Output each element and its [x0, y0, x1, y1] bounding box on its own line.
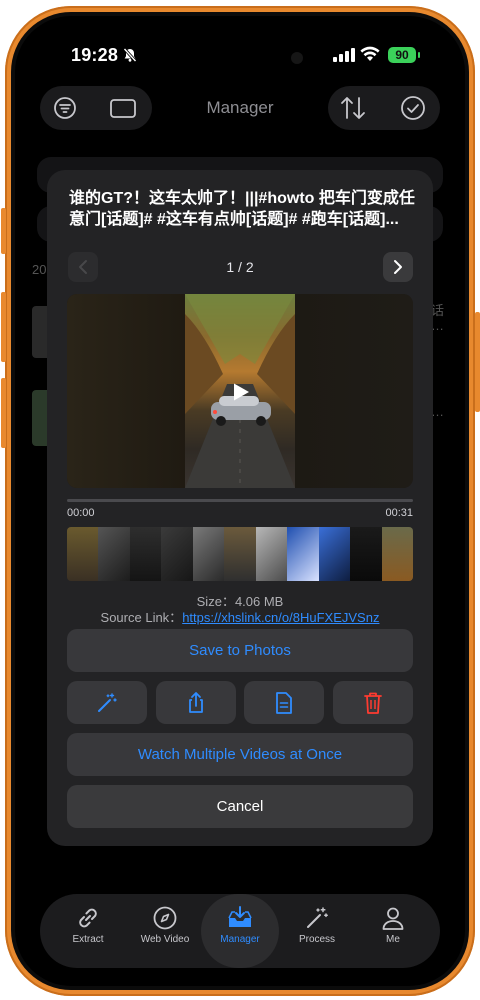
- tab-manager[interactable]: Manager: [201, 894, 279, 968]
- play-icon[interactable]: [232, 382, 250, 402]
- tab-extract-label: Extract: [72, 934, 104, 945]
- video-detail-sheet: 谁的GT?！这车太帅了！|||#howto 把车门变成任意门[话题]# #这车有…: [47, 170, 433, 846]
- enhance-button[interactable]: [67, 681, 147, 724]
- delete-button[interactable]: [333, 681, 413, 724]
- volume-up-button: [1, 292, 6, 362]
- checkmark-circle-icon: [401, 96, 425, 120]
- wifi-icon: [360, 46, 380, 61]
- current-time: 00:00: [67, 507, 95, 519]
- status-time: 19:28: [71, 45, 119, 65]
- tab-process[interactable]: Process: [278, 894, 356, 968]
- bell-slash-icon: [123, 47, 137, 63]
- sort-button[interactable]: [338, 93, 368, 123]
- tab-web-video[interactable]: Web Video: [126, 894, 204, 968]
- magic-wand-icon: [98, 692, 117, 712]
- tab-web-video-label: Web Video: [140, 934, 190, 945]
- volume-down-button: [1, 378, 6, 448]
- details-button[interactable]: [244, 681, 324, 724]
- status-bar: 19:28 90: [15, 16, 465, 76]
- video-title: 谁的GT?！这车太帅了！|||#howto 把车门变成任意门[话题]# #这车有…: [69, 190, 415, 228]
- tab-me[interactable]: Me: [354, 894, 432, 968]
- dynamic-island: [197, 41, 317, 75]
- person-icon: [382, 907, 404, 930]
- tab-me-label: Me: [386, 934, 400, 945]
- action-button: [1, 208, 6, 254]
- page-indicator: 1 / 2: [226, 259, 254, 275]
- playback-progress[interactable]: [67, 499, 413, 502]
- cellular-signal-icon: [333, 48, 355, 62]
- tab-process-label: Process: [298, 934, 336, 945]
- tab-bar: Extract Web Video Manager Process Me: [40, 894, 440, 968]
- trash-icon: [364, 692, 382, 714]
- select-all-button[interactable]: [398, 93, 428, 123]
- source-link-label: Source Link：: [100, 610, 183, 625]
- power-button: [475, 312, 480, 412]
- screen: 19:28 90 Manager 20 话 … … 谁的GT?！这车太帅了！||…: [15, 16, 465, 986]
- tab-manager-label: Manager: [220, 934, 260, 945]
- chevron-right-icon: [394, 260, 402, 274]
- tab-extract[interactable]: Extract: [49, 894, 127, 968]
- background-date-header: 20: [32, 262, 47, 277]
- link-icon: [79, 908, 97, 928]
- document-icon: [276, 691, 292, 714]
- share-icon: [189, 691, 203, 713]
- tray-download-icon: [228, 906, 252, 927]
- next-page-button[interactable]: [383, 252, 413, 282]
- source-link: Source Link：https://xhslink.cn/o/8HuFXEJ…: [47, 607, 433, 626]
- battery-indicator: 90: [388, 47, 420, 63]
- magic-wand-icon: [307, 907, 328, 928]
- duration: 00:31: [385, 507, 413, 519]
- watch-multiple-videos-button[interactable]: Watch Multiple Videos at Once: [67, 733, 413, 776]
- video-player[interactable]: [67, 294, 413, 488]
- right-toolbar-group: [328, 86, 440, 130]
- top-navigation: Manager: [15, 86, 465, 132]
- compass-icon: [153, 906, 177, 930]
- cancel-button[interactable]: Cancel: [67, 785, 413, 828]
- frame-strip[interactable]: [67, 527, 413, 581]
- source-link-url[interactable]: https://xhslink.cn/o/8HuFXEJVSnz: [182, 610, 379, 625]
- sort-arrows-icon: [341, 97, 365, 119]
- share-button[interactable]: [156, 681, 236, 724]
- save-to-photos-button[interactable]: Save to Photos: [67, 629, 413, 672]
